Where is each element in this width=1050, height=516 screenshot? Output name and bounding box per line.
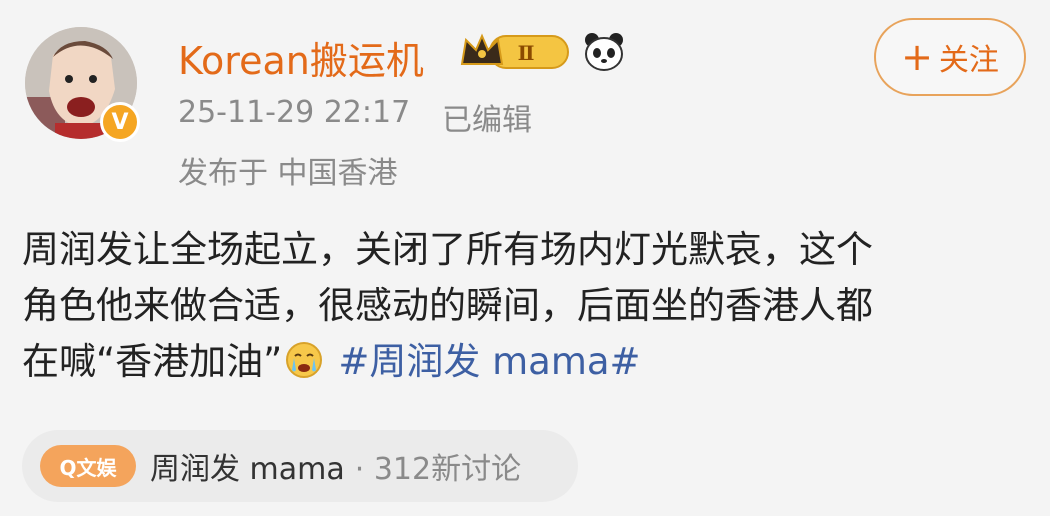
svg-text:Ⅱ: Ⅱ	[518, 41, 535, 65]
follow-button[interactable]: + 关注	[874, 18, 1026, 96]
username[interactable]: Korean搬运机	[178, 30, 424, 85]
post-line-text: 在喊“香港加油”	[22, 340, 283, 383]
post-location: 发布于 中国香港	[178, 156, 398, 191]
plus-icon: +	[901, 35, 933, 79]
verified-icon: V	[100, 102, 140, 142]
topic-discussion-count: · 312新讨论	[354, 452, 522, 487]
topic-name: 周润发 mama	[150, 452, 345, 487]
post-line: 在喊“香港加油” #周润发 mama#	[22, 334, 1032, 390]
post-line: 周润发让全场起立，关闭了所有场内灯光默哀，这个	[22, 228, 873, 271]
topic-badge: Q文娱	[40, 445, 136, 487]
crown-icon: Ⅱ	[460, 33, 569, 69]
panda-icon	[582, 30, 626, 78]
crying-emoji-icon	[286, 342, 323, 378]
post-timestamp: 25-11-29 22:17	[178, 95, 411, 130]
hashtag-link[interactable]: #周润发 mama#	[338, 340, 640, 383]
edited-label[interactable]: 已编辑	[442, 95, 532, 139]
post-content: 周润发让全场起立，关闭了所有场内灯光默哀，这个 角色他来做合适，很感动的瞬间，后…	[22, 222, 1032, 390]
topic-chip[interactable]: Q文娱 周润发 mama · 312新讨论	[22, 430, 578, 502]
post-line: 角色他来做合适，很感动的瞬间，后面坐的香港人都	[22, 284, 873, 327]
level-badge: Ⅱ	[458, 30, 574, 78]
topic-badge-label: Q文娱	[59, 455, 117, 480]
follow-label: 关注	[938, 43, 999, 78]
